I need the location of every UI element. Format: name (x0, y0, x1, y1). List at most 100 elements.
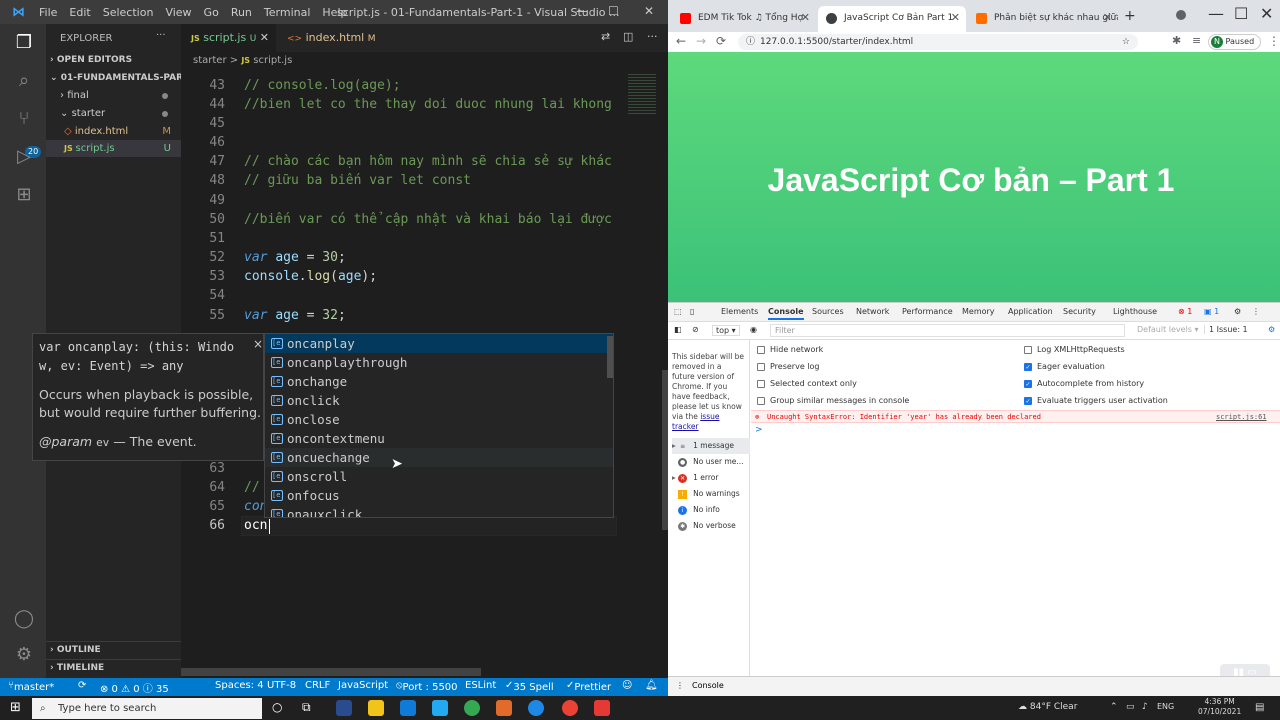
sidebar-item-user-messages[interactable]: ▸ ● No user me... (672, 454, 750, 470)
message-count-badge[interactable]: ▣ 1 (1204, 307, 1219, 316)
weather-widget[interactable]: ☁ 84°F Clear (1018, 702, 1077, 712)
more-actions-icon[interactable]: ··· (647, 30, 658, 43)
tree-item-starter[interactable]: ⌄ starter (46, 105, 181, 122)
tree-item-final[interactable]: › final (46, 87, 181, 104)
minimize-icon[interactable]: — (576, 4, 588, 18)
minimap[interactable] (620, 70, 668, 678)
open-editors-header[interactable]: › OPEN EDITORS (46, 52, 181, 69)
forward-icon[interactable]: → (696, 34, 706, 48)
folder-header[interactable]: ⌄ 01-FUNDAMENTALS-PART-1 (46, 70, 181, 87)
tab-memory[interactable]: Memory (962, 307, 995, 316)
more-actions-icon[interactable]: ··· (156, 30, 166, 41)
app-icon[interactable] (496, 700, 512, 716)
tab-script-js[interactable]: JS script.js U ✕ (181, 24, 276, 52)
address-bar[interactable]: ⓘ 127.0.0.1:5500/starter/index.html ☆ (738, 34, 1138, 50)
encoding-status[interactable]: UTF-8 (267, 680, 296, 691)
explorer-icon[interactable]: ❐ (13, 32, 35, 54)
menu-go[interactable]: Go (198, 6, 225, 19)
console-prompt[interactable]: > (755, 425, 763, 435)
drawer-menu-icon[interactable]: ⋮ (676, 681, 684, 690)
timeline-header[interactable]: › TIMELINE (46, 659, 181, 676)
indentation-status[interactable]: Spaces: 4 (215, 680, 264, 691)
menu-view[interactable]: View (159, 6, 197, 19)
suggestion-scrollbar[interactable] (607, 336, 613, 378)
extensions-puzzle-icon[interactable]: ✱ (1172, 34, 1181, 47)
language-status[interactable]: JavaScript (338, 680, 388, 691)
vscode-icon[interactable] (432, 700, 448, 716)
context-select[interactable]: top ▾ (712, 325, 740, 336)
tab-application[interactable]: Application (1008, 307, 1053, 316)
menu-selection[interactable]: Selection (97, 6, 160, 19)
menu-file[interactable]: File (33, 6, 63, 19)
new-tab-button[interactable]: + (1124, 8, 1136, 24)
drawer-tab-console[interactable]: Console (692, 681, 724, 690)
issues-button[interactable]: 1 Issue: 1 (1204, 325, 1248, 334)
clear-console-icon[interactable]: ⊘ (692, 325, 699, 334)
console-filter-input[interactable]: Filter (770, 324, 1125, 337)
sublime-icon[interactable] (594, 700, 610, 716)
windows-start-icon[interactable]: ⊞ (10, 700, 21, 715)
eye-icon[interactable]: ◉ (750, 325, 757, 334)
tray-chevron-icon[interactable]: ⌃ (1110, 702, 1118, 712)
error-source-link[interactable]: script.js:61 (1216, 411, 1267, 423)
menu-terminal[interactable]: Terminal (258, 6, 317, 19)
device-toolbar-icon[interactable]: ▯ (690, 307, 694, 316)
suggestion-item[interactable]: [e] onauxclick (265, 505, 613, 517)
eslint-status[interactable]: ESLint (465, 680, 496, 691)
settings-gear-icon[interactable]: ⚙ (13, 644, 35, 666)
option-selected-context[interactable]: Selected context only (757, 379, 857, 388)
sidebar-item-errors[interactable]: ▸ ✕ 1 error (672, 470, 750, 486)
bookmark-star-icon[interactable]: ☆ (1122, 34, 1130, 50)
close-tab-icon[interactable]: ✕ (951, 6, 960, 30)
outline-header[interactable]: › OUTLINE (46, 641, 181, 658)
log-levels-select[interactable]: Default levels ▾ (1137, 325, 1199, 334)
language-indicator[interactable]: ENG (1157, 702, 1174, 711)
tab-index-html[interactable]: <> index.html M (277, 24, 377, 52)
zalo-icon[interactable] (528, 700, 544, 716)
source-control-icon[interactable]: ⑂ (13, 108, 35, 130)
split-editor-icon[interactable]: ◫ (623, 30, 633, 43)
network-icon[interactable]: ▭ (1126, 702, 1135, 712)
browser-tab-active[interactable]: JavaScript Cơ Bản Part 1 ✕ (818, 6, 966, 32)
suggestion-item[interactable]: [e] onclose (265, 410, 613, 429)
maximize-icon[interactable]: ☐ (608, 4, 619, 18)
close-window-icon[interactable]: ✕ (644, 4, 654, 18)
maximize-icon[interactable]: ☐ (1234, 4, 1248, 23)
notification-center-icon[interactable]: ▤ (1255, 702, 1264, 713)
horizontal-scrollbar[interactable] (181, 668, 481, 676)
breadcrumb-folder[interactable]: starter (193, 55, 227, 66)
sync-icon[interactable]: ⟳ (78, 680, 86, 691)
option-evaluate-triggers[interactable]: ✓ Evaluate triggers user activation (1024, 396, 1168, 405)
suggestion-item[interactable]: [e] onfocus (265, 486, 613, 505)
sidebar-item-messages[interactable]: ▸ ≡ 1 message (672, 438, 750, 454)
kebab-menu-icon[interactable]: ⋮ (1268, 34, 1280, 48)
tree-item-index-html[interactable]: ◇ index.html M (46, 123, 181, 140)
suggestion-item[interactable]: [e] onscroll (265, 467, 613, 486)
browser-tab[interactable]: Phân biệt sự khác nhau giữa ✕ (968, 6, 1118, 32)
mail-icon[interactable] (400, 700, 416, 716)
prettier-status[interactable]: ✓ Prettier (566, 680, 611, 693)
minimize-icon[interactable]: — (1208, 4, 1224, 23)
spell-status[interactable]: ✓ 35 Spell (505, 680, 554, 693)
branch-status[interactable]: ⑂ master* (8, 680, 54, 693)
tab-security[interactable]: Security (1063, 307, 1096, 316)
search-icon[interactable]: ⌕ (13, 70, 35, 92)
sidebar-item-verbose[interactable]: ▸ ✱ No verbose (672, 518, 750, 534)
browser-tab[interactable]: EDM Tik Tok ♫ Tổng Hợ ✕ (672, 6, 816, 32)
eol-status[interactable]: CRLF (305, 680, 330, 691)
tab-lighthouse[interactable]: Lighthouse (1113, 307, 1157, 316)
sidebar-item-info[interactable]: ▸ i No info (672, 502, 750, 518)
close-tab-icon[interactable]: ✕ (801, 6, 810, 30)
file-explorer-icon[interactable] (368, 700, 384, 716)
suggestion-item[interactable]: [e] oncanplay (265, 334, 613, 353)
compare-icon[interactable]: ⇄ (601, 30, 610, 43)
inspect-element-icon[interactable]: ⬚ (674, 307, 682, 316)
menu-edit[interactable]: Edit (63, 6, 96, 19)
sidebar-item-warnings[interactable]: ▸ ! No warnings (672, 486, 750, 502)
extensions-icon[interactable]: ⊞ (13, 184, 35, 206)
option-log-xhr[interactable]: Log XMLHttpRequests (1024, 345, 1125, 354)
tab-elements[interactable]: Elements (721, 307, 758, 316)
suggestion-item[interactable]: [e] oncuechange (265, 448, 613, 467)
suggestion-item[interactable]: [e] oncanplaythrough (265, 353, 613, 372)
problems-status[interactable]: ⊗ 0 ⚠ 0 ⓘ 35 (100, 680, 169, 695)
